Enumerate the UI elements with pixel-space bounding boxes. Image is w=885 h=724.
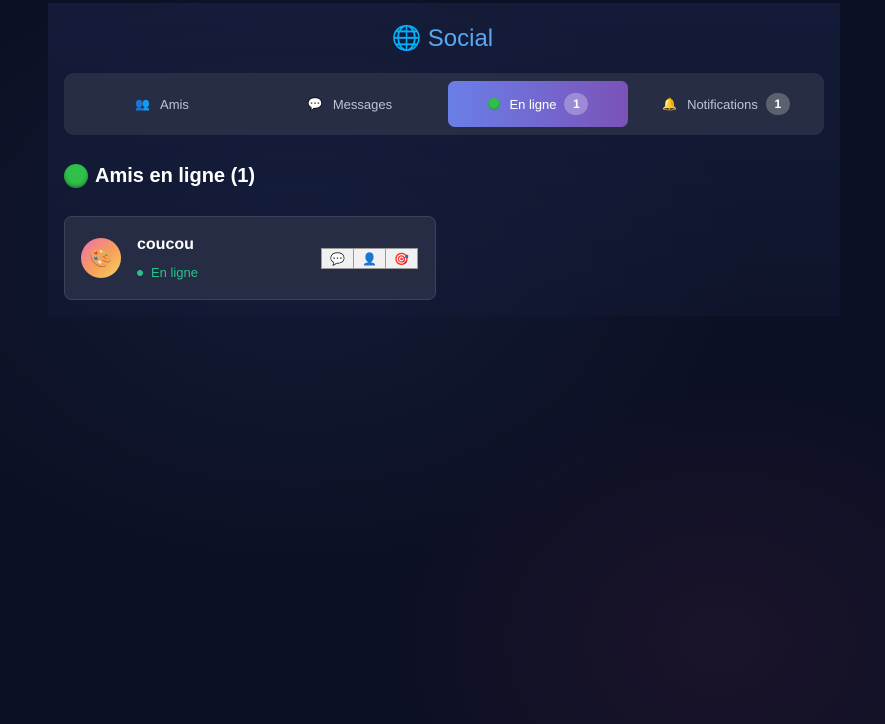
friend-card: 🎨 coucou En ligne 💬 👤 🎯 <box>64 216 436 300</box>
message-icon: 💬 <box>330 251 345 266</box>
tab-messages[interactable]: 💬 Messages <box>260 81 440 127</box>
tab-notifications[interactable]: 🔔 Notifications 1 <box>636 81 816 127</box>
green-dot-icon <box>64 164 88 188</box>
page-title-text: Social <box>427 25 494 52</box>
friend-name: coucou <box>137 236 194 253</box>
friend-actions: 💬 👤 🎯 <box>321 248 418 269</box>
tab-amis-label: Amis <box>160 96 189 112</box>
tab-amis[interactable]: 👥 Amis <box>72 81 252 127</box>
message-friend-button[interactable]: 💬 <box>321 248 354 269</box>
friend-status-text: En ligne <box>151 265 198 280</box>
avatar[interactable]: 🎨 <box>81 238 121 278</box>
challenge-button[interactable]: 🎯 <box>385 248 418 269</box>
view-profile-button[interactable]: 👤 <box>353 248 386 269</box>
friends-icon: 👥 <box>135 97 151 111</box>
palette-icon: 🎨 <box>89 247 113 269</box>
tab-notifications-count-badge: 1 <box>765 93 790 115</box>
green-dot-icon <box>487 98 500 110</box>
profile-icon: 👤 <box>362 251 377 266</box>
online-dot-icon <box>137 269 143 276</box>
tab-en-ligne-label: En ligne <box>509 96 557 112</box>
tab-notifications-label: Notifications <box>687 96 758 112</box>
tab-messages-label: Messages <box>332 96 393 112</box>
page-title: 🌐 Social <box>0 22 885 55</box>
speech-bubble-icon: 💬 <box>307 97 323 111</box>
tab-en-ligne[interactable]: En ligne 1 <box>448 81 628 127</box>
tab-en-ligne-count-badge: 1 <box>564 93 589 115</box>
section-heading-text: Amis en ligne (1) <box>95 164 256 187</box>
bell-icon: 🔔 <box>662 97 678 111</box>
friend-status: En ligne <box>137 265 198 280</box>
target-icon: 🎯 <box>394 251 409 266</box>
tab-bar: 👥 Amis 💬 Messages En ligne 1 🔔 Notificat… <box>64 73 824 135</box>
globe-icon: 🌐 <box>391 24 422 52</box>
section-heading: Amis en ligne (1) <box>64 162 255 190</box>
